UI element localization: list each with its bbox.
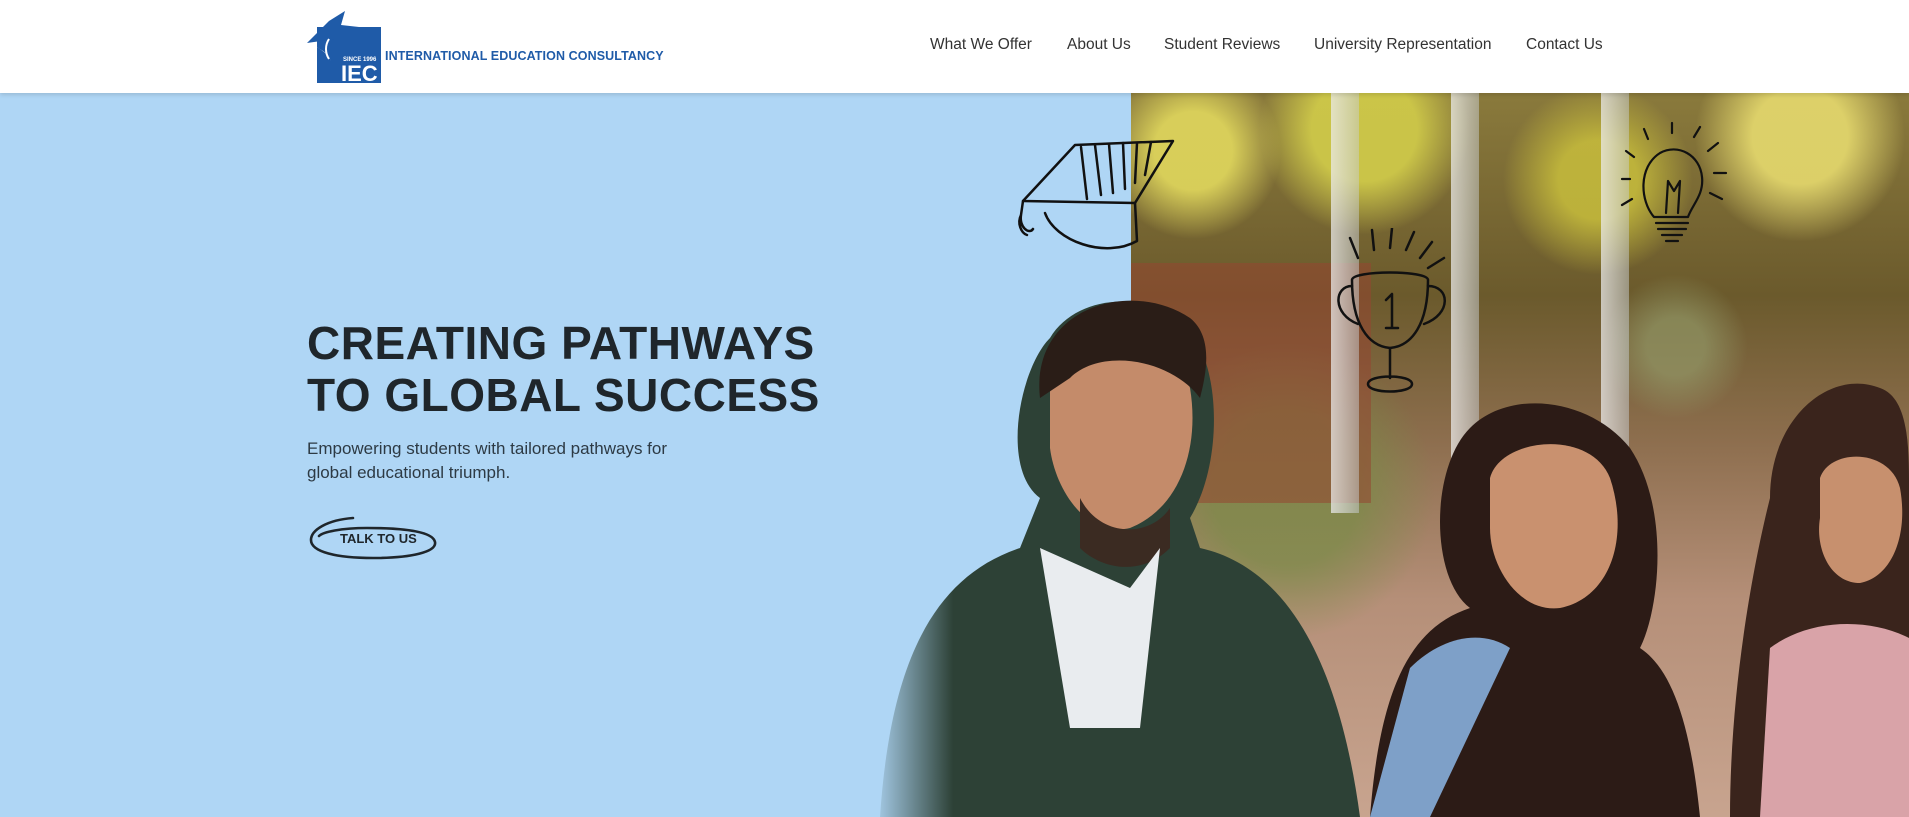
headline-line-2: TO GLOBAL SUCCESS [307,369,820,421]
trophy-icon [1337,228,1446,393]
nav-university-representation[interactable]: University Representation [1314,36,1491,54]
nav-student-reviews[interactable]: Student Reviews [1164,36,1280,54]
brand-logo[interactable]: SINCE 1996 IEC INTERNATIONAL EDUCATION C… [307,9,664,83]
site-header: SINCE 1996 IEC INTERNATIONAL EDUCATION C… [0,0,1909,93]
hero-subtitle: Empowering students with tailored pathwa… [307,439,668,482]
nav-about-us[interactable]: About Us [1067,36,1131,54]
talk-to-us-button[interactable]: TALK TO US [307,516,439,560]
hero-headline: CREATING PATHWAYS TO GLOBAL SUCCESS [307,317,820,421]
light-bulb-icon [1620,121,1728,243]
talk-to-us-label: TALK TO US [340,531,417,546]
iec-logo-icon: SINCE 1996 IEC [307,11,381,83]
headline-line-1: CREATING PATHWAYS [307,317,815,369]
graduation-cap-icon [1018,139,1175,250]
nav-contact-us[interactable]: Contact Us [1526,36,1603,54]
svg-text:IEC: IEC [341,61,378,83]
hero-section: CREATING PATHWAYS TO GLOBAL SUCCESS Empo… [0,93,1909,817]
nav-what-we-offer[interactable]: What We Offer [930,36,1032,54]
brand-name: INTERNATIONAL EDUCATION CONSULTANCY [385,49,664,63]
